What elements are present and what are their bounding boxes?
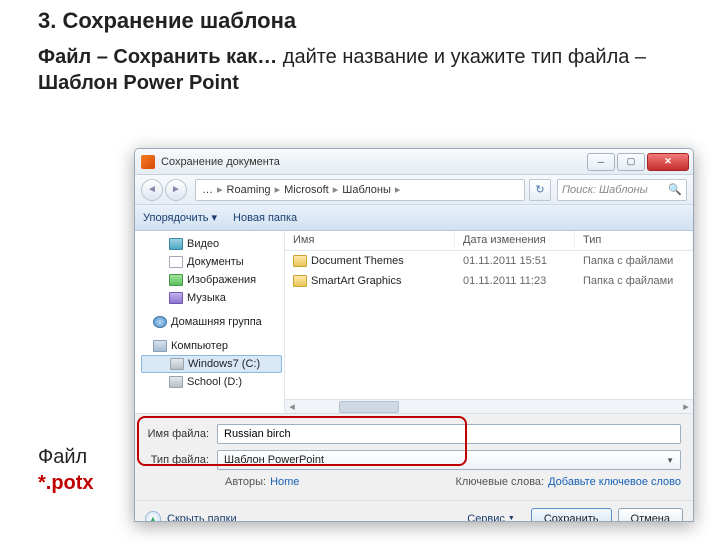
collapse-icon[interactable]: ▲ bbox=[145, 511, 161, 523]
file-name: SmartArt Graphics bbox=[311, 275, 463, 287]
tree-item[interactable]: Компьютер bbox=[141, 337, 282, 355]
service-menu[interactable]: Сервис▼ bbox=[467, 513, 515, 523]
close-button[interactable]: ✕ bbox=[647, 153, 689, 171]
tree-item[interactable]: Документы bbox=[141, 253, 282, 271]
search-icon: 🔍 bbox=[668, 183, 682, 196]
navbar: ◄ ► … ▸ Roaming ▸ Microsoft ▸ Шаблоны ▸ … bbox=[135, 175, 693, 205]
drv-icon bbox=[170, 358, 184, 370]
img-icon bbox=[169, 274, 183, 286]
new-folder-button[interactable]: Новая папка bbox=[233, 212, 297, 224]
file-list[interactable]: Имя Дата изменения Тип Document Themes01… bbox=[285, 231, 693, 413]
tree-item-label: School (D:) bbox=[187, 376, 242, 388]
horizontal-scrollbar[interactable]: ◂▸ bbox=[285, 399, 693, 413]
folder-tree[interactable]: Видео Документы Изображения Музыка Домашняя … bbox=[135, 231, 285, 413]
vid-icon bbox=[169, 238, 183, 250]
filename-label: Имя файла: bbox=[147, 428, 217, 440]
toolbar: Упорядочить ▾ Новая папка bbox=[135, 205, 693, 231]
dialog-footer: ▲ Скрыть папки Сервис▼ Сохранить Отмена bbox=[135, 500, 693, 522]
tree-item[interactable]: Изображения bbox=[141, 271, 282, 289]
filetype-label: Тип файла: bbox=[147, 454, 217, 466]
minimize-button[interactable]: ─ bbox=[587, 153, 615, 171]
instruction-text: Файл – Сохранить как… дайте название и у… bbox=[38, 44, 720, 96]
file-row[interactable]: Document Themes01.11.2011 15:51Папка с ф… bbox=[285, 251, 693, 271]
dialog-title: Сохранение документа bbox=[161, 156, 280, 168]
file-type: Папка с файлами bbox=[583, 275, 673, 287]
doc-icon bbox=[169, 256, 183, 268]
tree-item-label: Компьютер bbox=[171, 340, 228, 352]
tree-item[interactable]: Домашняя группа bbox=[141, 313, 282, 331]
organize-menu[interactable]: Упорядочить ▾ bbox=[143, 211, 217, 224]
pc-icon bbox=[153, 340, 167, 352]
hide-folders-link[interactable]: Скрыть папки bbox=[167, 513, 237, 523]
section-heading: 3. Сохранение шаблона bbox=[38, 8, 720, 34]
mus-icon bbox=[169, 292, 183, 304]
drv-icon bbox=[169, 376, 183, 388]
folder-icon bbox=[293, 275, 307, 287]
app-icon bbox=[141, 155, 155, 169]
tree-item-label: Домашняя группа bbox=[171, 316, 262, 328]
file-extension: *.potx bbox=[38, 472, 94, 495]
file-row[interactable]: SmartArt Graphics01.11.2011 11:23Папка с… bbox=[285, 271, 693, 291]
save-button[interactable]: Сохранить bbox=[531, 508, 612, 523]
nav-back-button[interactable]: ◄ bbox=[141, 179, 163, 201]
file-type: Папка с файлами bbox=[583, 255, 673, 267]
file-date: 01.11.2011 15:51 bbox=[463, 255, 583, 267]
maximize-button[interactable]: ▢ bbox=[617, 153, 645, 171]
tree-item-label: Windows7 (C:) bbox=[188, 358, 260, 370]
titlebar: Сохранение документа ─ ▢ ✕ bbox=[135, 149, 693, 175]
cancel-button[interactable]: Отмена bbox=[618, 508, 683, 523]
nav-forward-button[interactable]: ► bbox=[165, 179, 187, 201]
filetype-combo[interactable]: Шаблон PowerPoint▼ bbox=[217, 450, 681, 470]
refresh-button[interactable]: ↻ bbox=[529, 179, 551, 201]
net-icon bbox=[153, 316, 167, 328]
search-input[interactable]: Поиск: Шаблоны 🔍 bbox=[557, 179, 687, 201]
tree-item-label: Музыка bbox=[187, 292, 226, 304]
tree-item-label: Документы bbox=[187, 256, 244, 268]
keywords-label: Ключевые слова: bbox=[455, 476, 544, 488]
file-name: Document Themes bbox=[311, 255, 463, 267]
tree-item-label: Изображения bbox=[187, 274, 256, 286]
tree-item[interactable]: Музыка bbox=[141, 289, 282, 307]
save-dialog: Сохранение документа ─ ▢ ✕ ◄ ► … ▸ Roami… bbox=[134, 148, 694, 522]
tree-item[interactable]: School (D:) bbox=[141, 373, 282, 391]
tree-item[interactable]: Видео bbox=[141, 235, 282, 253]
authors-value[interactable]: Home bbox=[270, 476, 299, 488]
keywords-value[interactable]: Добавьте ключевое слово bbox=[548, 476, 681, 488]
filename-input[interactable] bbox=[217, 424, 681, 444]
tree-item-label: Видео bbox=[187, 238, 219, 250]
chevron-down-icon: ▼ bbox=[666, 456, 674, 465]
folder-icon bbox=[293, 255, 307, 267]
file-date: 01.11.2011 11:23 bbox=[463, 275, 583, 287]
file-label: Файл bbox=[38, 446, 87, 469]
authors-label: Авторы: bbox=[225, 476, 266, 488]
breadcrumb[interactable]: … ▸ Roaming ▸ Microsoft ▸ Шаблоны ▸ bbox=[195, 179, 525, 201]
file-list-header[interactable]: Имя Дата изменения Тип bbox=[285, 231, 693, 251]
tree-item[interactable]: Windows7 (C:) bbox=[141, 355, 282, 373]
